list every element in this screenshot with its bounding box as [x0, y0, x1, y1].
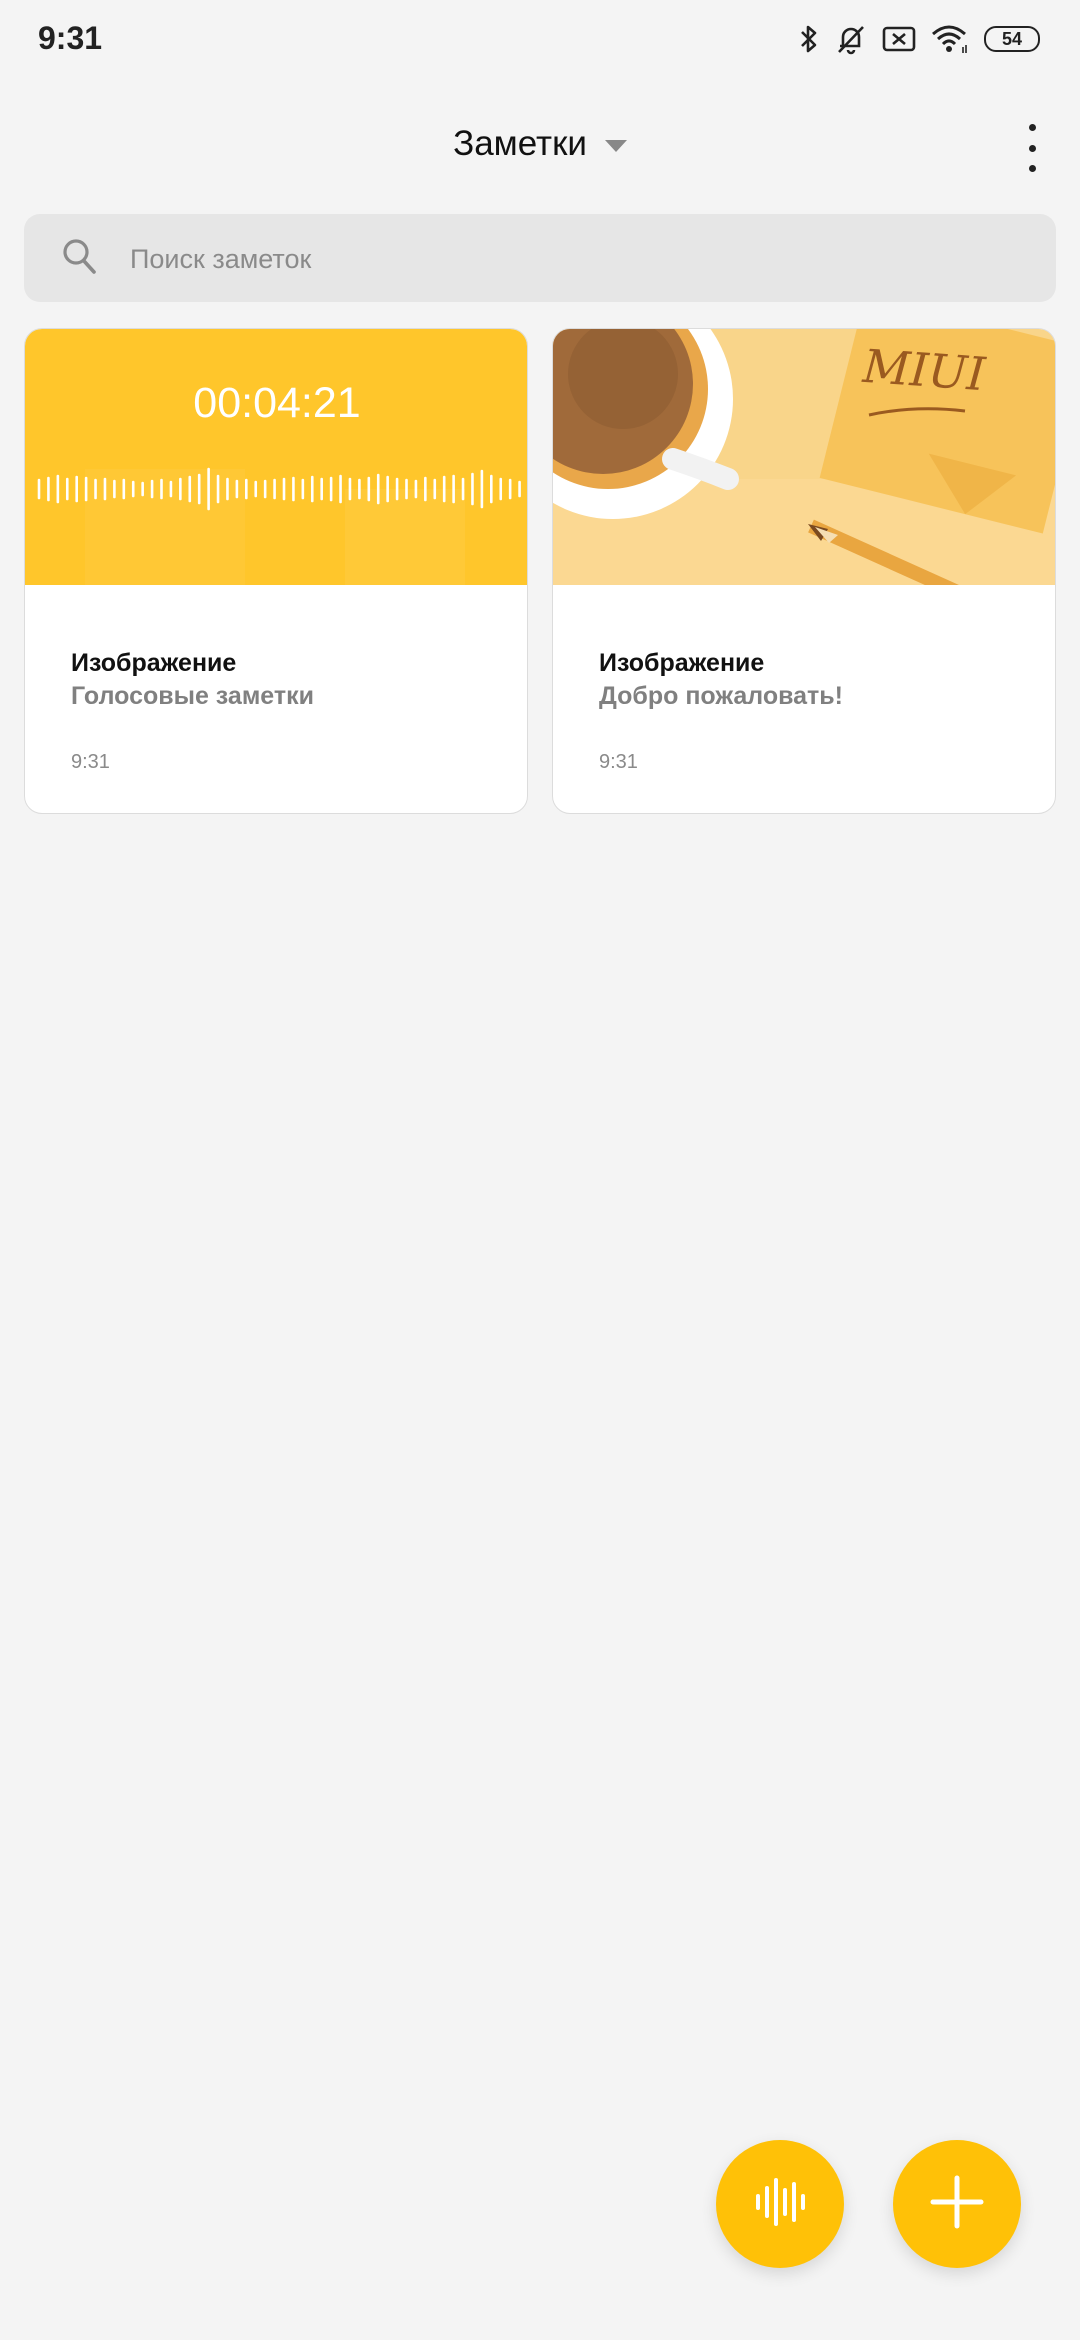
more-vertical-icon-dot	[1028, 144, 1036, 152]
no-sim-icon	[882, 24, 916, 54]
caret-down-icon	[604, 140, 627, 152]
voice-record-button[interactable]	[716, 2140, 844, 2268]
note-card-voice[interactable]: 00:04:21 Изображение Голосовые заметки 9…	[24, 328, 528, 814]
note-title: Изображение	[71, 649, 237, 677]
note-card-welcome[interactable]: MIUI Изображение Добро пожаловать! 9:31	[552, 328, 1056, 814]
plus-icon	[929, 2174, 985, 2235]
search-bar[interactable]	[24, 214, 1056, 304]
page-title: Заметки	[453, 124, 587, 163]
waveform-graphic	[37, 467, 521, 511]
voice-duration: 00:04:21	[193, 379, 361, 427]
note-subtitle: Добро пожаловать!	[599, 682, 843, 710]
bluetooth-icon	[798, 23, 820, 55]
note-time: 9:31	[71, 751, 110, 773]
folder-selector[interactable]: Заметки	[0, 124, 1080, 164]
add-note-button[interactable]	[893, 2140, 1021, 2268]
wifi-icon	[930, 23, 970, 55]
more-options-button[interactable]	[1020, 124, 1044, 172]
more-vertical-icon-dot	[1028, 124, 1036, 131]
header: Заметки	[0, 110, 1080, 186]
status-icons: 54	[798, 22, 1040, 56]
note-subtitle: Голосовые заметки	[71, 682, 315, 710]
note-time: 9:31	[599, 751, 638, 773]
voice-record-icon	[750, 2172, 810, 2237]
search-icon	[60, 236, 100, 283]
status-time: 9:31	[38, 20, 103, 56]
muted-bell-icon	[834, 22, 868, 56]
welcome-thumbnail: MIUI	[553, 329, 1055, 585]
note-title: Изображение	[599, 649, 765, 677]
miui-logo: MIUI	[861, 338, 987, 402]
more-vertical-icon-dot	[1028, 165, 1036, 172]
battery-icon: 54	[984, 26, 1040, 52]
status-bar: 9:31 54	[0, 0, 1080, 84]
search-input[interactable]	[128, 214, 1012, 304]
voice-note-thumbnail: 00:04:21	[25, 329, 527, 585]
